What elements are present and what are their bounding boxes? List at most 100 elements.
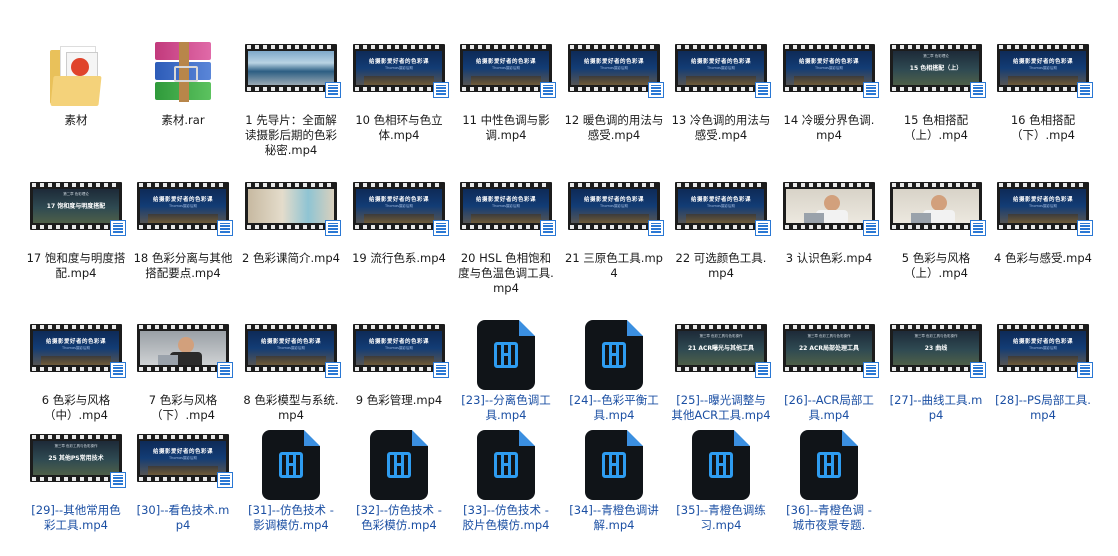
file-item[interactable]: 给摄影爱好者的色彩课 Thomas摄影后期 20 HSL 色相饱和度与色温色调工具.… xyxy=(454,178,558,303)
slide-house xyxy=(41,356,111,365)
file-item[interactable]: 给摄影爱好者的色彩课 Thomas摄影后期 8 色彩模型与系统.mp4 xyxy=(239,320,343,445)
file-item[interactable]: 素材.rar xyxy=(131,40,235,165)
file-name: 6 色彩与风格（中）.mp4 xyxy=(41,393,111,422)
file-item[interactable]: 给摄影爱好者的色彩课 Thomas摄影后期 10 色相环与色立体.mp4 xyxy=(347,40,451,165)
video-filmstrip: 给摄影爱好者的色彩课 Thomas摄影后期 xyxy=(353,44,445,92)
file-item[interactable]: 5 色彩与风格（上）.mp4 xyxy=(884,178,988,303)
file-item[interactable]: 1 先导片：全面解读摄影后期的色彩秘密.mp4 xyxy=(239,40,343,165)
video-badge-icon xyxy=(110,362,126,378)
video-filmstrip: 第三章 色彩工具与色彩操作 23 曲线 xyxy=(890,324,982,372)
file-name: 19 流行色系.mp4 xyxy=(352,251,446,265)
file-thumbnail xyxy=(24,40,128,110)
video-frame: 给摄影爱好者的色彩课 Thomas摄影后期 xyxy=(248,331,334,365)
video-filmstrip: 第三章 色彩工具与色彩操作 25 其他PS常用技术 xyxy=(30,434,122,482)
file-item[interactable]: [35]--青橙色调练习.mp4 xyxy=(669,430,773,555)
video-filmstrip xyxy=(783,182,875,230)
slide-house xyxy=(364,356,434,365)
chapter-title: 23 曲线 xyxy=(924,345,948,352)
file-item[interactable]: 给摄影爱好者的色彩课 Thomas摄影后期 4 色彩与感受.mp4 xyxy=(991,178,1095,303)
file-item[interactable]: 素材 xyxy=(24,40,128,165)
file-item[interactable]: [24]--色彩平衡工具.mp4 xyxy=(562,320,666,445)
video-file-icon xyxy=(262,430,320,500)
file-name: [31]--仿色技术 - 影调模仿.mp4 xyxy=(248,503,334,532)
video-badge-icon xyxy=(970,362,986,378)
video-badge-icon xyxy=(1077,220,1093,236)
video-badge-icon xyxy=(755,362,771,378)
file-item[interactable]: 第三章 色彩工具与色彩操作 23 曲线 [27]--曲线工具.mp4 xyxy=(884,320,988,445)
slide-title: 给摄影爱好者的色彩课 xyxy=(368,197,429,203)
video-frame: 给摄影爱好者的色彩课 Thomas摄影后期 xyxy=(571,189,657,223)
laptop xyxy=(911,213,931,223)
laptop xyxy=(804,213,824,223)
file-item[interactable]: 给摄影爱好者的色彩课 Thomas摄影后期 [28]--PS局部工具.mp4 xyxy=(991,320,1095,445)
rar-archive-icon xyxy=(155,42,213,106)
file-thumbnail: 给摄影爱好者的色彩课 Thomas摄影后期 xyxy=(991,178,1095,248)
video-badge-icon xyxy=(863,362,879,378)
video-badge-icon xyxy=(217,220,233,236)
file-name: [34]--青橙色调讲解.mp4 xyxy=(569,503,659,532)
file-item[interactable]: 给摄影爱好者的色彩课 Thomas摄影后期 12 暖色调的用法与感受.mp4 xyxy=(562,40,666,165)
video-filmstrip: 给摄影爱好者的色彩课 Thomas摄影后期 xyxy=(675,44,767,92)
file-item[interactable]: 给摄影爱好者的色彩课 Thomas摄影后期 11 中性色调与影调.mp4 xyxy=(454,40,558,165)
slide-house xyxy=(364,214,434,223)
slide-title: 给摄影爱好者的色彩课 xyxy=(152,197,213,203)
video-filmstrip: 给摄影爱好者的色彩课 Thomas摄影后期 xyxy=(245,324,337,372)
file-thumbnail: 第二章 色彩理论 17 饱和度与明度搭配 xyxy=(24,178,128,248)
slide-title: 给摄影爱好者的色彩课 xyxy=(475,197,536,203)
file-thumbnail: 给摄影爱好者的色彩课 Thomas摄影后期 xyxy=(347,178,451,248)
slide-subtitle: Thomas摄影后期 xyxy=(815,66,843,70)
slide-title: 给摄影爱好者的色彩课 xyxy=(260,339,321,345)
file-item[interactable]: [32]--仿色技术 - 色彩模仿.mp4 xyxy=(347,430,451,555)
slide-house xyxy=(686,214,756,223)
file-thumbnail: 给摄影爱好者的色彩课 Thomas摄影后期 xyxy=(239,320,343,390)
file-item[interactable]: 给摄影爱好者的色彩课 Thomas摄影后期 21 三原色工具.mp4 xyxy=(562,178,666,303)
slide-title: 给摄影爱好者的色彩课 xyxy=(798,59,859,65)
slide-house xyxy=(364,76,434,85)
file-item[interactable]: 7 色彩与风格（下）.mp4 xyxy=(131,320,235,445)
slide-subtitle: Thomas摄影后期 xyxy=(385,66,413,70)
video-filmstrip: 给摄影爱好者的色彩课 Thomas摄影后期 xyxy=(30,324,122,372)
file-item[interactable]: [36]--青橙色调 - 城市夜景专题. xyxy=(777,430,881,555)
file-item[interactable]: 给摄影爱好者的色彩课 Thomas摄影后期 18 色彩分离与其他搭配要点.mp4 xyxy=(131,178,235,303)
file-item[interactable]: 给摄影爱好者的色彩课 Thomas摄影后期 19 流行色系.mp4 xyxy=(347,178,451,303)
video-filmstrip: 给摄影爱好者的色彩课 Thomas摄影后期 xyxy=(137,434,229,482)
file-name: 17 饱和度与明度搭配.mp4 xyxy=(26,251,126,280)
file-item[interactable]: 给摄影爱好者的色彩课 Thomas摄影后期 22 可选颜色工具.mp4 xyxy=(669,178,773,303)
file-item[interactable]: 给摄影爱好者的色彩课 Thomas摄影后期 [30]--看色技术.mp4 xyxy=(131,430,235,555)
file-name: [25]--曝光调整与其他ACR工具.mp4 xyxy=(671,393,771,422)
video-frame: 给摄影爱好者的色彩课 Thomas摄影后期 xyxy=(356,51,442,85)
slide-subtitle: Thomas摄影后期 xyxy=(600,204,628,208)
file-item[interactable]: 给摄影爱好者的色彩课 Thomas摄影后期 13 冷色调的用法与感受.mp4 xyxy=(669,40,773,165)
video-filmstrip xyxy=(890,182,982,230)
presenter-head xyxy=(824,195,840,211)
file-item[interactable]: 第三章 色彩工具与色彩操作 25 其他PS常用技术 [29]--其他常用色彩工具.m… xyxy=(24,430,128,555)
file-item[interactable]: [33]--仿色技术 - 胶片色模仿.mp4 xyxy=(454,430,558,555)
file-item[interactable]: [23]--分离色调工具.mp4 xyxy=(454,320,558,445)
chapter-title: 25 其他PS常用技术 xyxy=(48,455,104,462)
file-item[interactable]: 2 色彩课简介.mp4 xyxy=(239,178,343,303)
file-name: 7 色彩与风格（下）.mp4 xyxy=(148,393,218,422)
video-frame: 第三章 色彩工具与色彩操作 25 其他PS常用技术 xyxy=(33,441,119,475)
file-item[interactable]: 给摄影爱好者的色彩课 Thomas摄影后期 16 色相搭配（下）.mp4 xyxy=(991,40,1095,165)
file-thumbnail: 给摄影爱好者的色彩课 Thomas摄影后期 xyxy=(131,430,235,500)
video-badge-icon xyxy=(648,82,664,98)
file-item[interactable]: [34]--青橙色调讲解.mp4 xyxy=(562,430,666,555)
file-item[interactable]: 3 认识色彩.mp4 xyxy=(777,178,881,303)
video-filmstrip: 给摄影爱好者的色彩课 Thomas摄影后期 xyxy=(568,44,660,92)
file-item[interactable]: [31]--仿色技术 - 影调模仿.mp4 xyxy=(239,430,343,555)
file-item[interactable]: 给摄影爱好者的色彩课 Thomas摄影后期 6 色彩与风格（中）.mp4 xyxy=(24,320,128,445)
file-item[interactable]: 第二章 色彩理论 15 色相搭配（上） 15 色相搭配（上）.mp4 xyxy=(884,40,988,165)
video-frame xyxy=(140,331,226,365)
file-item[interactable]: 第三章 色彩工具与色彩操作 21 ACR曝光与其他工具 [25]--曝光调整与其他A… xyxy=(669,320,773,445)
file-name: [28]--PS局部工具.mp4 xyxy=(995,393,1091,422)
file-item[interactable]: 给摄影爱好者的色彩课 Thomas摄影后期 9 色彩管理.mp4 xyxy=(347,320,451,445)
file-name: 9 色彩管理.mp4 xyxy=(355,393,443,407)
file-item[interactable]: 第二章 色彩理论 17 饱和度与明度搭配 17 饱和度与明度搭配.mp4 xyxy=(24,178,128,303)
file-item[interactable]: 第三章 色彩工具与色彩操作 22 ACR局部处理工具 [26]--ACR局部工具.m… xyxy=(777,320,881,445)
video-frame: 给摄影爱好者的色彩课 Thomas摄影后期 xyxy=(1000,189,1086,223)
laptop xyxy=(158,355,178,365)
video-filmstrip: 第二章 色彩理论 15 色相搭配（上） xyxy=(890,44,982,92)
file-item[interactable]: 给摄影爱好者的色彩课 Thomas摄影后期 14 冷暖分界色调.mp4 xyxy=(777,40,881,165)
video-file-icon xyxy=(370,430,428,500)
file-thumbnail xyxy=(562,430,666,500)
